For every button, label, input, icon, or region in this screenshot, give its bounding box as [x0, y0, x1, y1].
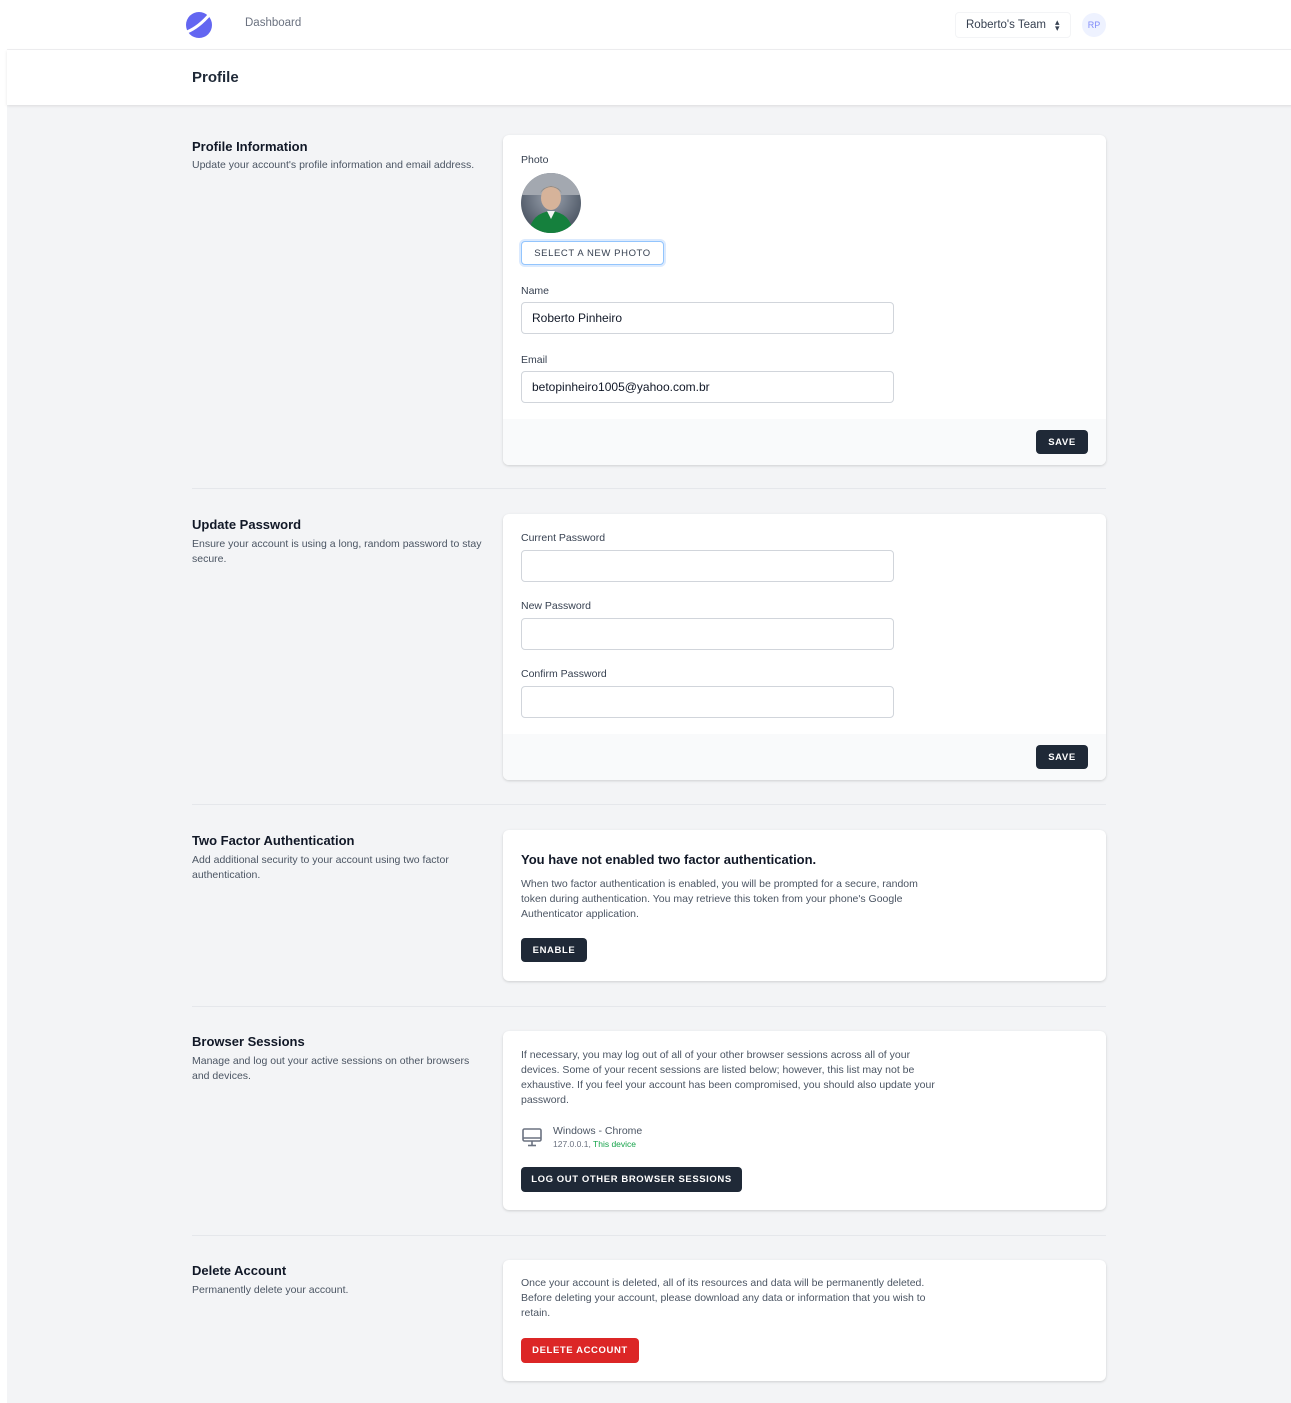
nav-link-dashboard[interactable]: Dashboard — [245, 17, 301, 29]
browser-sessions-card: If necessary, you may log out of all of … — [503, 1031, 1106, 1210]
name-label: Name — [521, 285, 550, 297]
two-factor-description: Add additional security to your account … — [192, 854, 449, 881]
name-input[interactable] — [521, 302, 894, 334]
team-name: Roberto's Team — [966, 19, 1046, 31]
two-factor-card: You have not enabled two factor authenti… — [503, 830, 1106, 981]
session-meta: 127.0.0.1, This device — [553, 1139, 642, 1149]
logout-other-sessions-button[interactable]: LOG OUT OTHER BROWSER SESSIONS — [521, 1167, 742, 1192]
save-password-button[interactable]: SAVE — [1036, 745, 1088, 769]
profile-info-card: Photo SELECT A NEW PHOTO Name Email — [503, 135, 1106, 465]
delete-account-description: Permanently delete your account. — [192, 1284, 349, 1296]
profile-photo — [521, 173, 581, 233]
enable-two-factor-button[interactable]: ENABLE — [521, 938, 587, 962]
delete-account-card: Once your account is deleted, all of its… — [503, 1260, 1106, 1381]
desktop-icon — [521, 1125, 543, 1154]
update-password-title: Update Password — [192, 517, 302, 532]
new-password-label: New Password — [521, 600, 592, 612]
page-header: Profile — [7, 50, 1291, 105]
delete-account-button[interactable]: DELETE ACCOUNT — [521, 1338, 639, 1363]
current-password-label: Current Password — [521, 532, 606, 544]
profile-info-description: Update your account's profile informatio… — [192, 159, 475, 171]
section-divider — [192, 1006, 1106, 1007]
session-device: Windows - Chrome — [553, 1125, 643, 1137]
session-item: Windows - Chrome 127.0.0.1, This device — [521, 1125, 642, 1154]
two-factor-body: When two factor authentication is enable… — [521, 878, 918, 920]
profile-info-footer: SAVE — [503, 419, 1106, 465]
browser-sessions-body: If necessary, you may log out of all of … — [521, 1049, 935, 1106]
two-factor-status: You have not enabled two factor authenti… — [521, 852, 817, 867]
browser-sessions-description: Manage and log out your active sessions … — [192, 1055, 470, 1082]
user-avatar[interactable]: RP — [1082, 13, 1106, 37]
team-switcher-button[interactable]: Roberto's Team ▴ ▾ — [955, 12, 1071, 38]
confirm-password-label: Confirm Password — [521, 668, 607, 680]
update-password-card: Current Password New Password Confirm Pa… — [503, 514, 1106, 780]
chevron-up-down-icon: ▴ ▾ — [1054, 17, 1060, 33]
session-current-device: This device — [593, 1139, 637, 1149]
page-title: Profile — [192, 69, 239, 86]
app-logo-icon[interactable] — [185, 11, 213, 39]
update-password-description: Ensure your account is using a long, ran… — [192, 538, 482, 565]
two-factor-title: Two Factor Authentication — [192, 833, 355, 848]
photo-label: Photo — [521, 154, 549, 166]
confirm-password-input[interactable] — [521, 686, 894, 718]
profile-info-title: Profile Information — [192, 139, 308, 154]
profile-page: Dashboard Roberto's Team ▴ ▾ RP Profile P… — [0, 0, 1291, 1403]
new-password-input[interactable] — [521, 618, 894, 650]
browser-sessions-title: Browser Sessions — [192, 1034, 305, 1049]
email-label: Email — [521, 354, 548, 366]
section-divider — [192, 488, 1106, 489]
delete-account-title: Delete Account — [192, 1263, 287, 1278]
section-divider — [192, 804, 1106, 805]
select-new-photo-button[interactable]: SELECT A NEW PHOTO — [521, 241, 664, 265]
session-ip: 127.0.0.1, — [553, 1139, 591, 1149]
save-profile-button[interactable]: SAVE — [1036, 430, 1088, 454]
delete-account-body: Once your account is deleted, all of its… — [521, 1277, 926, 1319]
email-input[interactable] — [521, 371, 894, 403]
update-password-footer: SAVE — [503, 734, 1106, 780]
session-details: Windows - Chrome 127.0.0.1, This device — [553, 1125, 642, 1154]
section-divider — [192, 1235, 1106, 1236]
current-password-input[interactable] — [521, 550, 894, 582]
